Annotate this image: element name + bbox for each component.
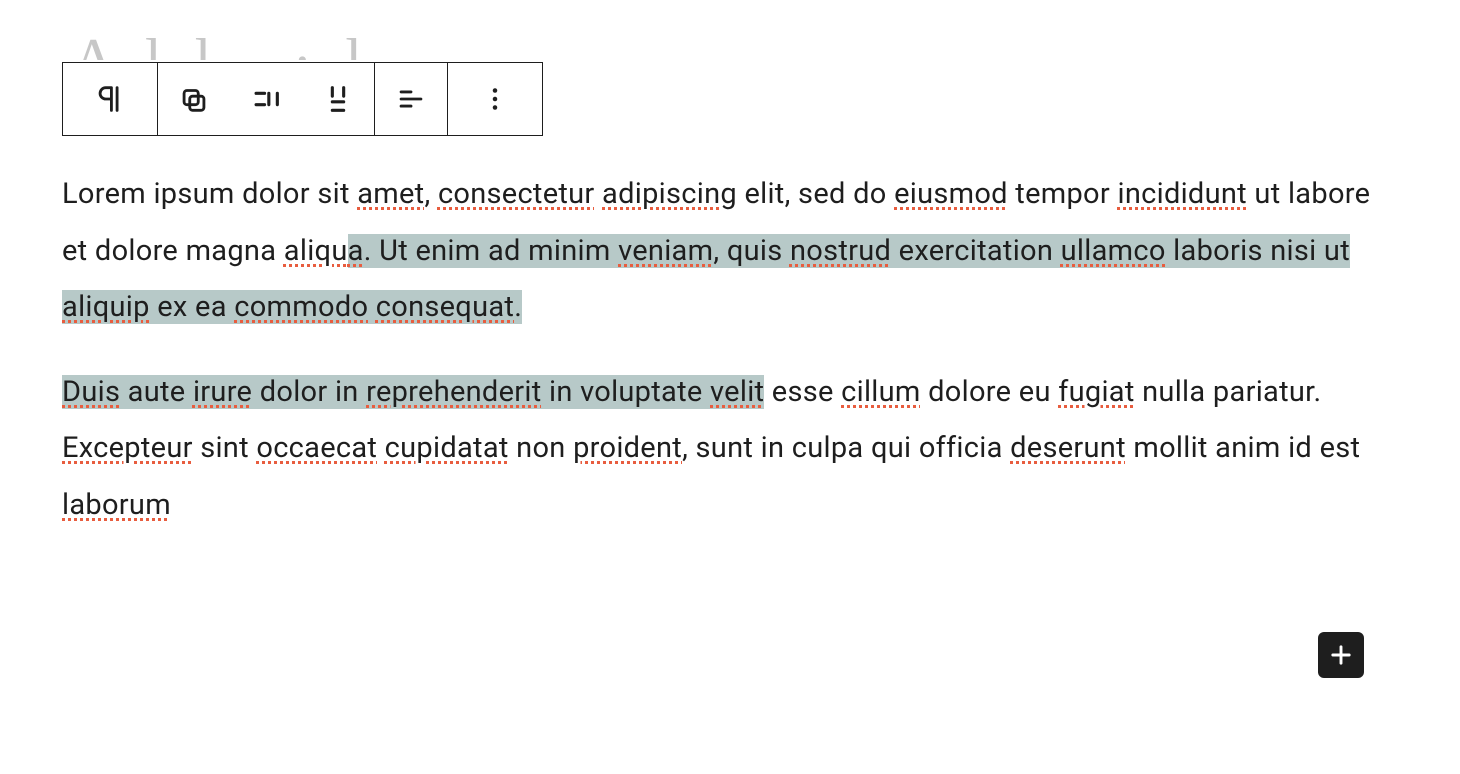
selected-text [368, 290, 375, 324]
text-run [595, 177, 602, 211]
spellcheck-word: proident [573, 431, 682, 465]
spellcheck-word: deserunt [1010, 431, 1126, 465]
selected-text: veniam [618, 234, 713, 268]
selected-text: nostrud [790, 234, 891, 268]
text-run: esse [764, 375, 841, 409]
align-left-icon [394, 82, 428, 116]
text-run: non [509, 431, 573, 465]
selected-text: a [348, 234, 364, 268]
text-run: , sunt in culpa qui officia [682, 431, 1010, 465]
selected-text: Duis [62, 375, 120, 409]
text-run: nulla pariatur. [1135, 375, 1322, 409]
text-run: Lorem ipsum dolor sit [62, 177, 357, 211]
move-up-button[interactable] [230, 63, 302, 135]
selected-text: . Ut enim ad minim [364, 234, 618, 268]
content-area[interactable]: Lorem ipsum dolor sit amet, consectetur … [62, 166, 1398, 533]
pilcrow-icon [93, 82, 127, 116]
spellcheck-word: incididunt [1117, 177, 1246, 211]
drag-handle-button[interactable] [158, 63, 230, 135]
selected-text: commodo [234, 290, 368, 324]
spellcheck-word: consectetur [438, 177, 595, 211]
text-run: elit, sed do [737, 177, 894, 211]
text-run: sint [193, 431, 257, 465]
spellcheck-word: Excepteur [62, 431, 193, 465]
move-vertical-icon [321, 82, 355, 116]
spellcheck-word: occaecat [256, 431, 377, 465]
spellcheck-word: aliqu [284, 234, 348, 268]
text-run: mollit anim id est [1126, 431, 1360, 465]
selected-text: , quis [713, 234, 790, 268]
selected-text: laboris nisi ut [1166, 234, 1350, 268]
spellcheck-word: eiusmod [894, 177, 1008, 211]
spellcheck-word: fugiat [1058, 375, 1134, 409]
selected-text: . [514, 290, 522, 324]
selected-text: reprehenderit [366, 375, 541, 409]
selected-text: aute [120, 375, 193, 409]
more-vertical-icon [478, 82, 512, 116]
selected-text: ex ea [150, 290, 235, 324]
move-down-button[interactable] [302, 63, 374, 135]
text-run: tempor [1008, 177, 1118, 211]
spellcheck-word: adipiscing [602, 177, 737, 211]
text-run: , [424, 177, 437, 211]
selected-text: irure [193, 375, 252, 409]
selected-text: exercitation [891, 234, 1060, 268]
selected-text: ullamco [1061, 234, 1166, 268]
paragraph-block-button[interactable] [63, 63, 157, 135]
paragraph-block[interactable]: Duis aute irure dolor in reprehenderit i… [62, 364, 1398, 534]
spellcheck-word: laborum [62, 488, 171, 522]
move-horizontal-icon [249, 82, 283, 116]
text-run: dolore eu [921, 375, 1059, 409]
more-options-button[interactable] [448, 63, 542, 135]
add-block-button[interactable] [1318, 632, 1364, 678]
selected-text: velit [710, 375, 764, 409]
editor-canvas[interactable]: A l l . · l [0, 0, 1460, 591]
selected-text: consequat [376, 290, 514, 324]
spellcheck-word: cupidatat [385, 431, 509, 465]
text-run [377, 431, 384, 465]
align-button[interactable] [375, 63, 447, 135]
selected-text: in voluptate [542, 375, 711, 409]
paragraph-block[interactable]: Lorem ipsum dolor sit amet, consectetur … [62, 166, 1398, 336]
selected-text: aliquip [62, 290, 150, 324]
selected-text: dolor in [252, 375, 366, 409]
title-placeholder-fragment: A l l . · l [72, 30, 1398, 60]
spellcheck-word: cillum [841, 375, 921, 409]
plus-icon [1327, 641, 1355, 669]
drag-icon [177, 82, 211, 116]
block-toolbar [62, 62, 543, 136]
spellcheck-word: amet [357, 177, 424, 211]
